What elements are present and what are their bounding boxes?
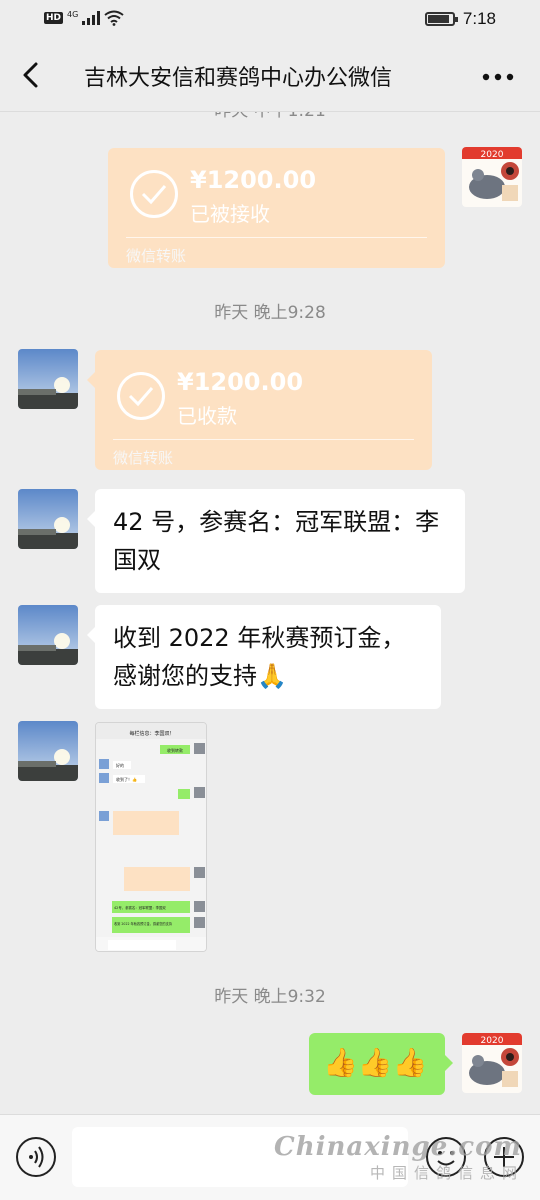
watermark: Chinaxinge.com <box>274 1132 522 1162</box>
timestamp: 昨天 晚上9:28 <box>214 303 326 323</box>
my-avatar[interactable]: 2020 <box>462 1033 522 1093</box>
text-message[interactable]: 42 号，参赛名：冠军联盟：李国双 <box>87 489 465 593</box>
emoji-message[interactable]: 👍👍👍 <box>309 1033 453 1095</box>
svg-text:2020: 2020 <box>481 1036 504 1046</box>
network-type: 4G <box>67 9 79 19</box>
svg-text:2020: 2020 <box>481 150 504 160</box>
transfer-sent-card[interactable]: ¥1200.00 已被接收 微信转账 <box>108 148 445 268</box>
contact-avatar[interactable] <box>18 721 78 781</box>
status-right: 7:18 <box>424 9 496 29</box>
divider <box>113 439 414 440</box>
transfer-amount: ¥1200.00 <box>177 368 304 396</box>
transfer-footer: 微信转账 <box>126 247 187 265</box>
more-options-icon[interactable] <box>480 62 516 92</box>
divider <box>126 237 427 238</box>
signal-group: HD 4G <box>44 10 124 26</box>
chat-header: 吉林大安信和赛鸽中心办公微信 <box>0 40 540 112</box>
contact-avatar[interactable] <box>18 349 78 409</box>
chat-area[interactable]: 昨天 中午1:21 ¥1200.00 已被接收 微信转账 2020 昨天 晚上9… <box>0 112 540 1114</box>
chat-title: 吉林大安信和赛鸽中心办公微信 <box>84 66 393 91</box>
transfer-status: 已收款 <box>177 404 237 428</box>
timestamp: 昨天 晚上9:32 <box>214 987 326 1007</box>
status-bar: HD 4G 7:18 <box>0 0 540 40</box>
clock: 7:18 <box>462 9 496 28</box>
thumb-title: 每栏信息：李国双！ <box>129 730 174 737</box>
voice-input-icon[interactable] <box>16 1137 56 1177</box>
watermark-subtitle: 中国信鸽信息网 <box>369 1164 524 1182</box>
wifi-icon <box>104 10 124 26</box>
thumbs-up-emoji: 👍👍👍 <box>323 1046 428 1079</box>
check-circle-icon <box>117 372 165 420</box>
contact-avatar[interactable] <box>18 489 78 549</box>
thumb-line: 收到 2022 年秋赛预订金，感谢您的支持 <box>114 921 173 926</box>
transfer-received-card[interactable]: ¥1200.00 已收款 微信转账 <box>87 350 432 470</box>
screenshot-image-message[interactable]: 每栏信息：李国双！ 收到转款 好的 收到了！👍 42号，参赛名：冠军联盟：李国双… <box>95 722 207 952</box>
thumb-line: 42号，参赛名：冠军联盟：李国双 <box>114 905 166 910</box>
transfer-amount: ¥1200.00 <box>190 166 317 194</box>
transfer-status: 已被接收 <box>190 202 270 226</box>
text-message[interactable]: 收到 2022 年秋赛预订金，感谢您的支持🙏 <box>87 605 441 709</box>
hd-badge: HD <box>44 12 64 24</box>
back-arrow-icon[interactable] <box>16 58 50 92</box>
contact-avatar[interactable] <box>18 605 78 665</box>
check-circle-icon <box>130 170 178 218</box>
signal-icon <box>82 11 101 25</box>
thumb-line: 好的 <box>116 762 124 768</box>
thumb-line: 收到转款 <box>167 747 183 753</box>
battery-icon <box>424 12 458 26</box>
my-avatar[interactable]: 2020 <box>462 147 522 207</box>
thumb-line: 收到了！👍 <box>116 776 137 782</box>
timestamp-cut: 昨天 中午1:21 <box>0 112 540 121</box>
transfer-footer: 微信转账 <box>113 449 174 467</box>
